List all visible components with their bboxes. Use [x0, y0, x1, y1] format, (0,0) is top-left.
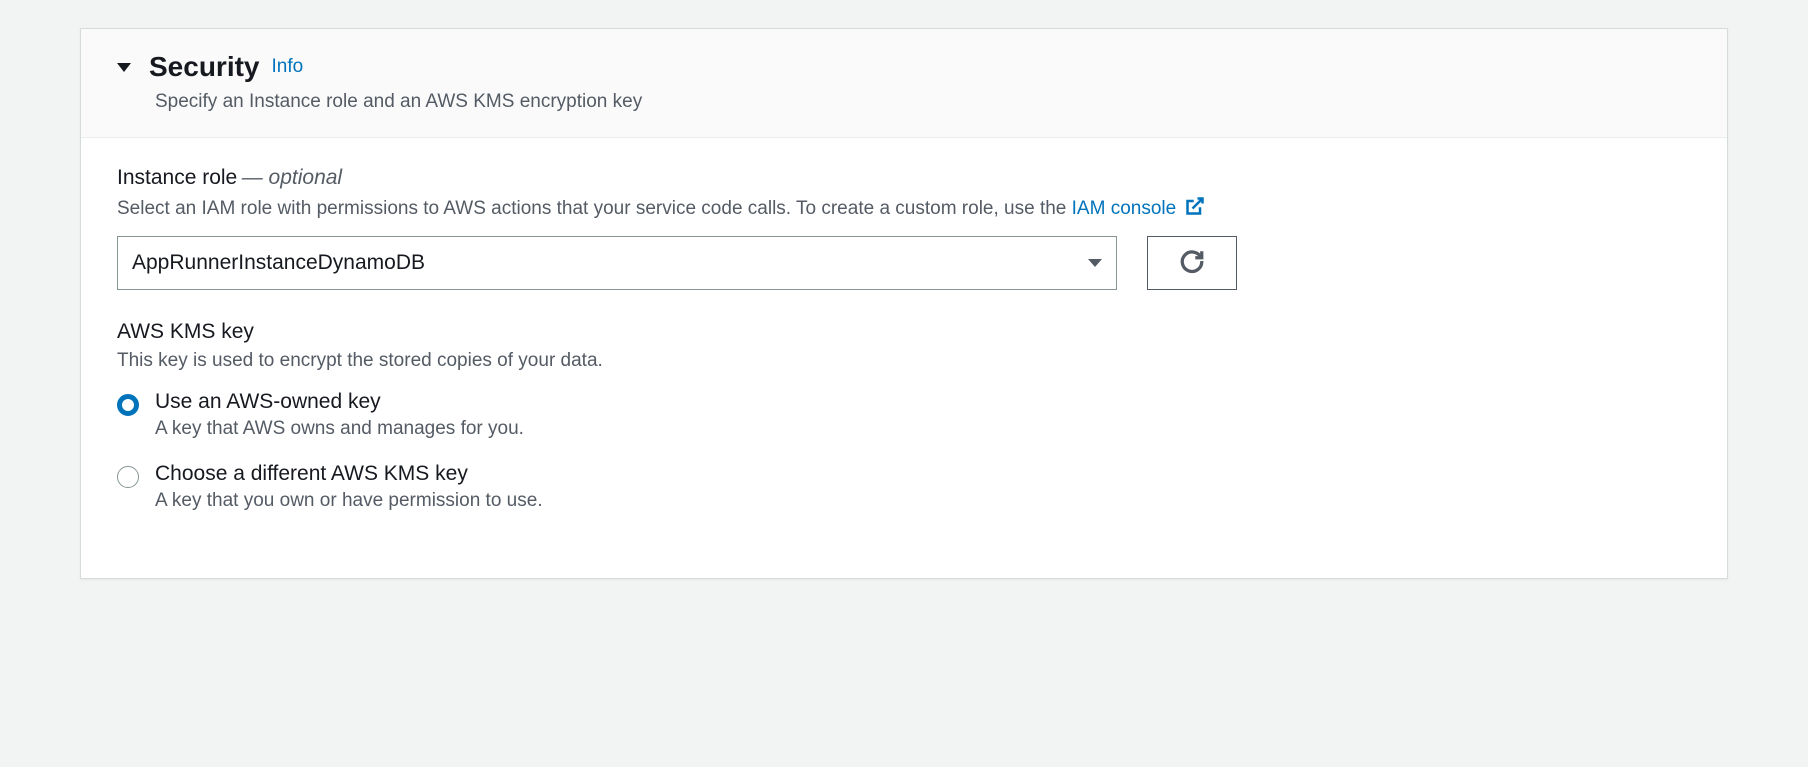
kms-option-aws-owned-label: Use an AWS-owned key [155, 390, 524, 414]
instance-role-label: Instance role [117, 166, 237, 189]
radio-selected-icon[interactable] [117, 394, 139, 416]
iam-console-link[interactable]: IAM console [1072, 198, 1206, 219]
kms-option-custom-desc: A key that you own or have permission to… [155, 490, 543, 512]
instance-role-label-row: Instance role — optional [117, 166, 1691, 190]
kms-key-options: Use an AWS-owned key A key that AWS owns… [117, 390, 1691, 512]
instance-role-help: Select an IAM role with permissions to A… [117, 196, 1691, 222]
instance-role-field: Instance role — optional Select an IAM r… [117, 166, 1691, 290]
refresh-icon [1179, 248, 1205, 279]
instance-role-optional: — optional [242, 166, 342, 189]
kms-option-custom-label: Choose a different AWS KMS key [155, 462, 543, 486]
radio-unselected-icon[interactable] [117, 466, 139, 488]
security-panel: Security Info Specify an Instance role a… [80, 28, 1728, 579]
instance-role-help-text: Select an IAM role with permissions to A… [117, 198, 1072, 219]
section-title: Security [149, 51, 260, 83]
collapse-caret-icon[interactable] [117, 63, 131, 72]
info-link[interactable]: Info [272, 56, 304, 78]
security-header-row: Security Info [117, 51, 1691, 83]
kms-option-aws-owned[interactable]: Use an AWS-owned key A key that AWS owns… [117, 390, 1691, 440]
kms-key-label: AWS KMS key [117, 320, 1691, 344]
kms-option-custom[interactable]: Choose a different AWS KMS key A key tha… [117, 462, 1691, 512]
instance-role-select[interactable]: AppRunnerInstanceDynamoDB [117, 236, 1117, 290]
instance-role-select-row: AppRunnerInstanceDynamoDB [117, 236, 1691, 290]
external-link-icon [1185, 196, 1205, 222]
instance-role-selected-value: AppRunnerInstanceDynamoDB [132, 251, 425, 275]
chevron-down-icon [1088, 259, 1102, 267]
section-subtitle: Specify an Instance role and an AWS KMS … [155, 91, 1691, 113]
kms-key-help: This key is used to encrypt the stored c… [117, 350, 1691, 372]
kms-key-field: AWS KMS key This key is used to encrypt … [117, 320, 1691, 512]
security-panel-header: Security Info Specify an Instance role a… [81, 29, 1727, 138]
security-panel-body: Instance role — optional Select an IAM r… [81, 138, 1727, 578]
refresh-button[interactable] [1147, 236, 1237, 290]
kms-option-aws-owned-desc: A key that AWS owns and manages for you. [155, 418, 524, 440]
